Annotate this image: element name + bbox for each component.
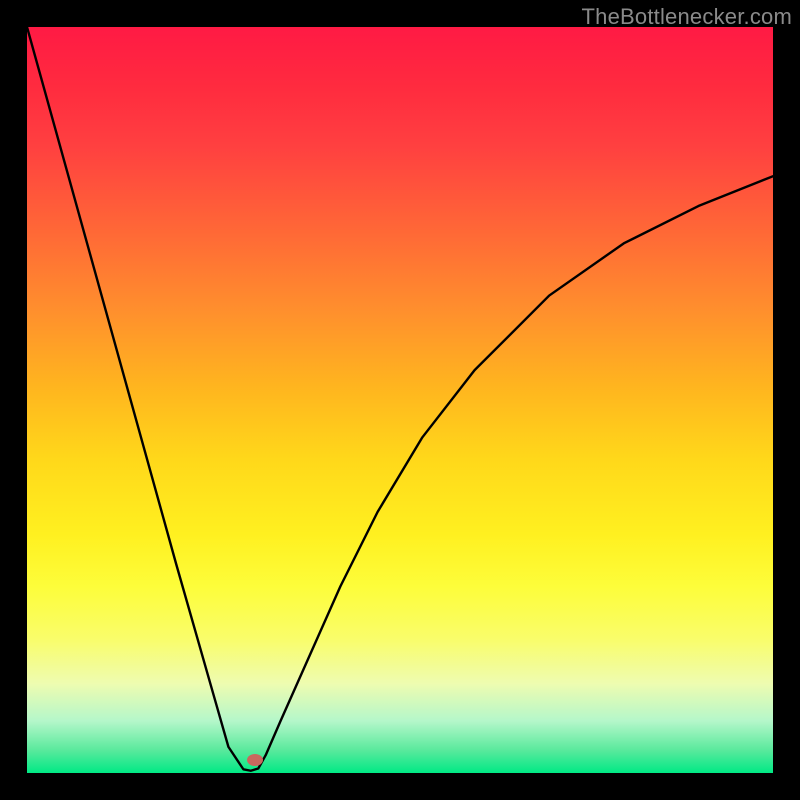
- line-series: [27, 27, 773, 773]
- chart-frame: TheBottlenecker.com: [0, 0, 800, 800]
- plot-area: [27, 27, 773, 773]
- minimum-marker-icon: [247, 754, 263, 766]
